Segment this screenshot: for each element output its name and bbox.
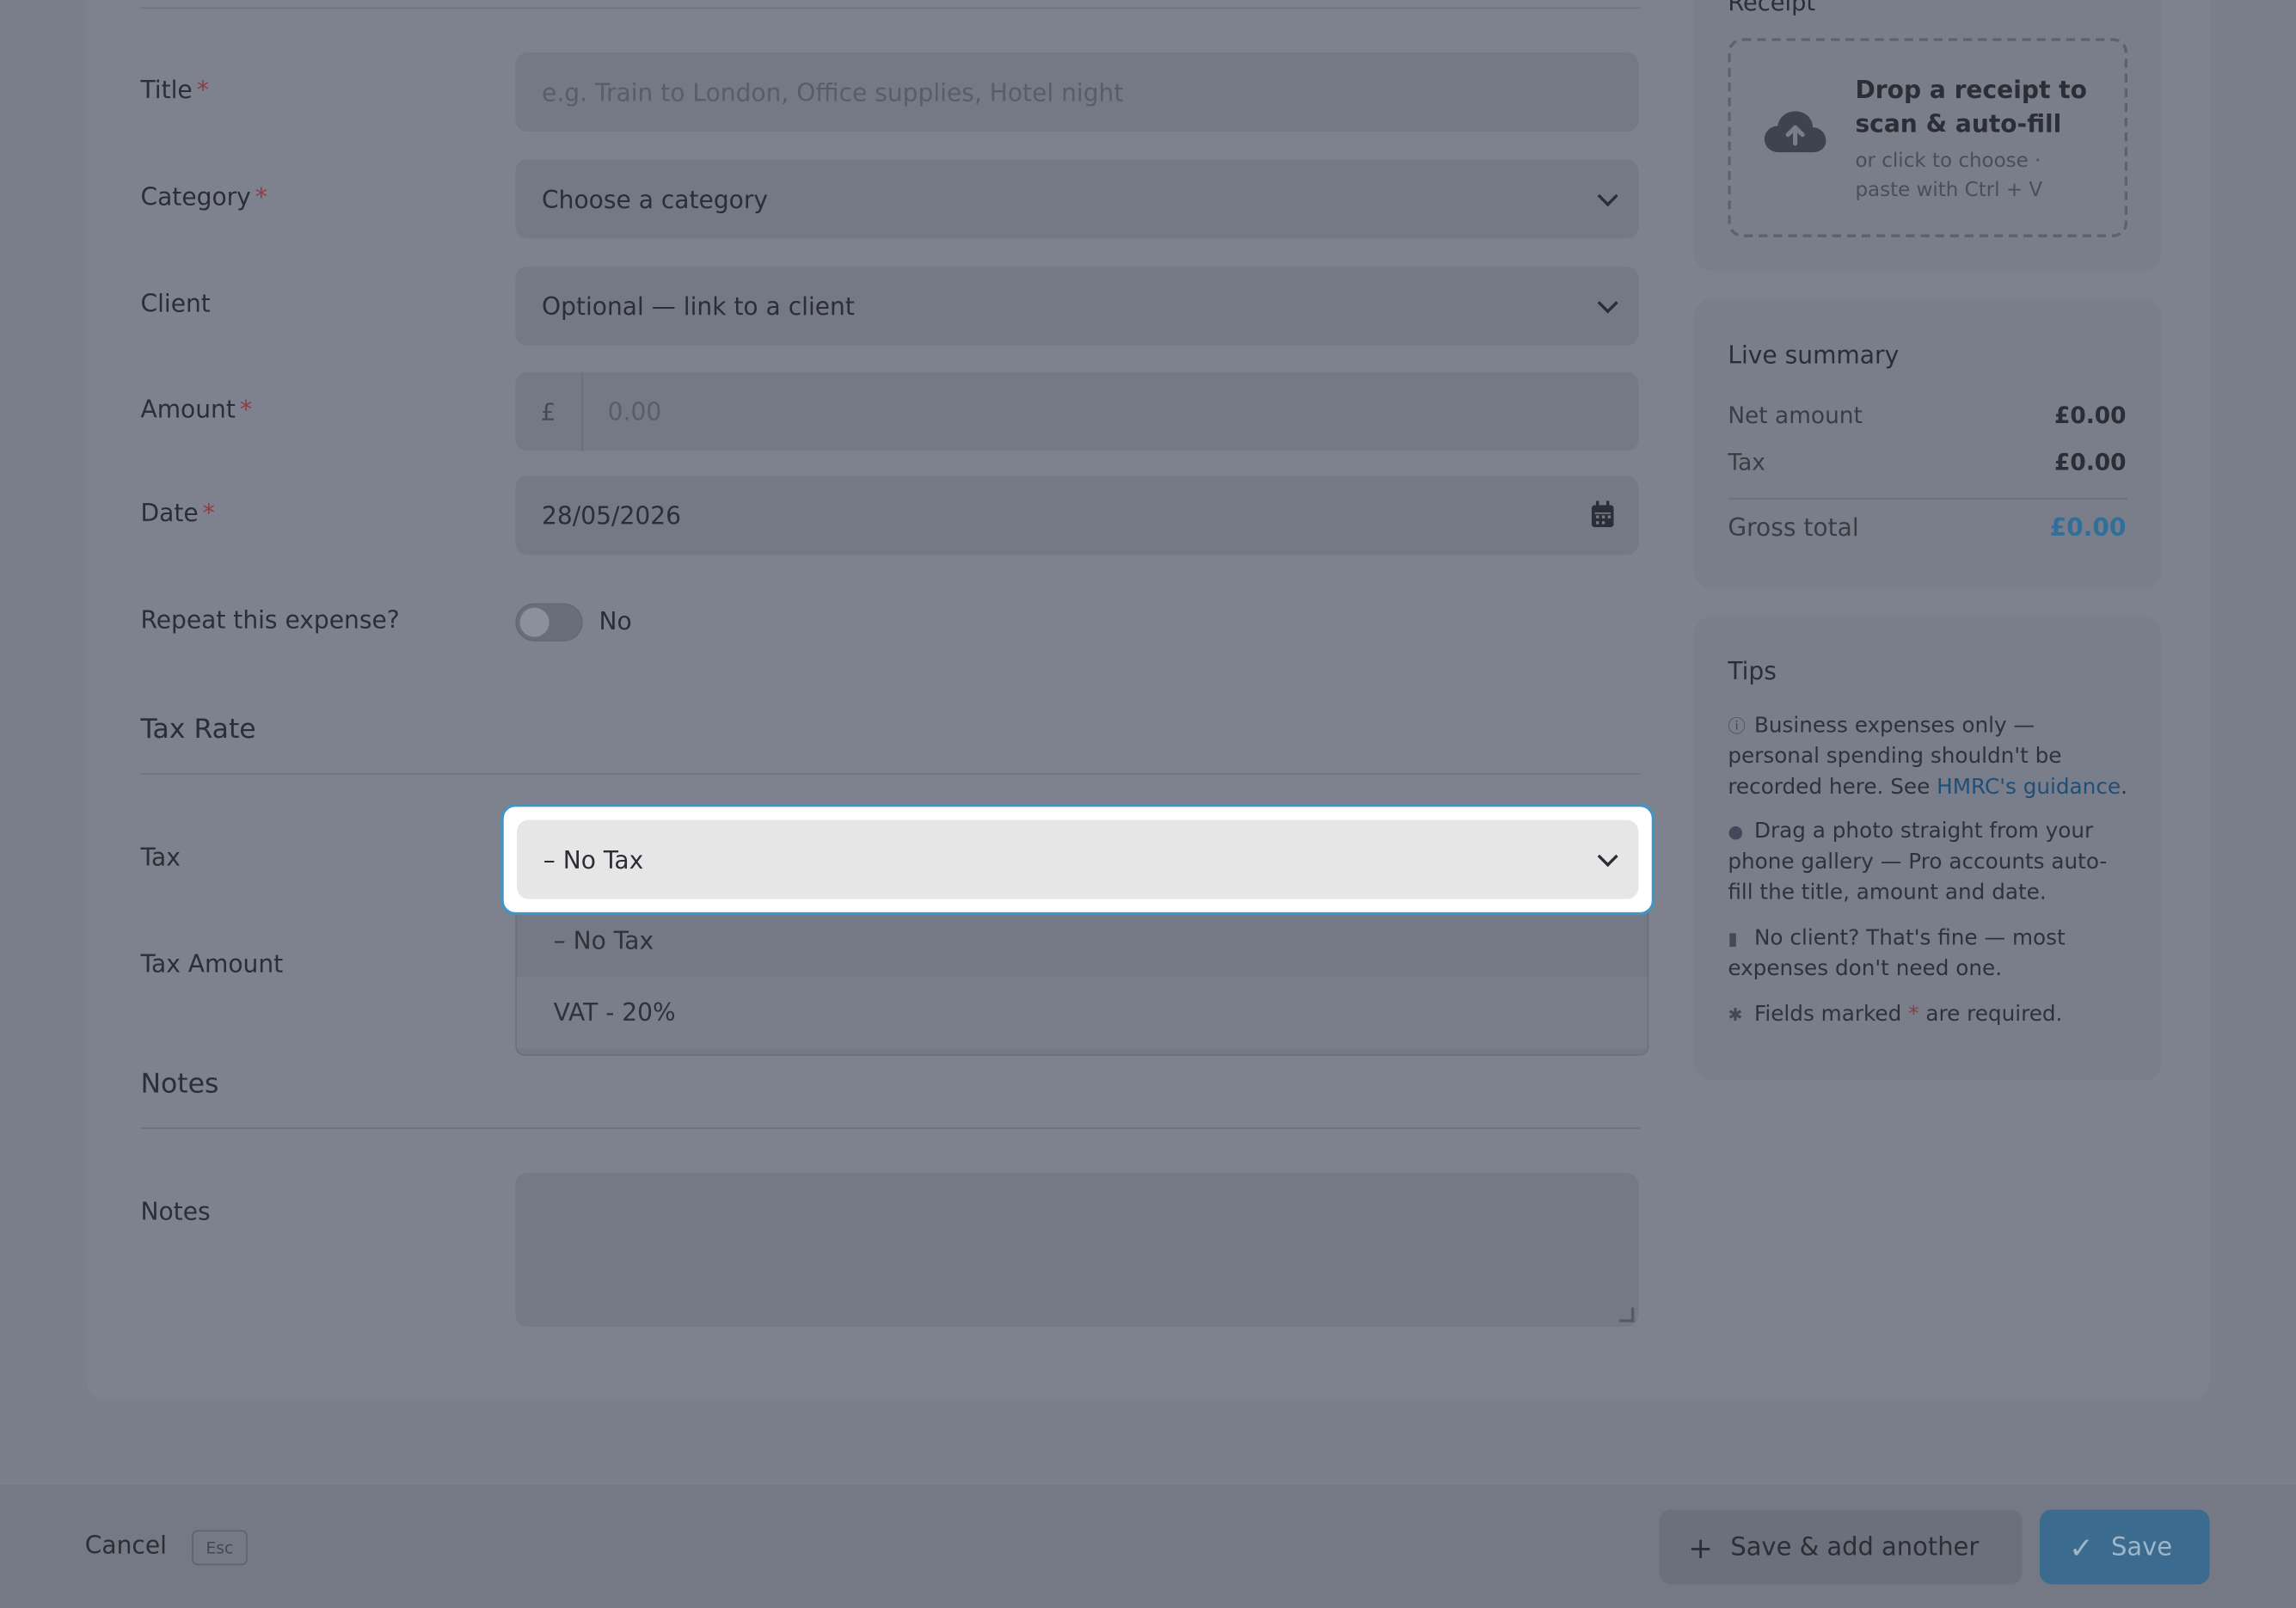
title-placeholder: e.g. Train to London, Office supplies, H…: [542, 78, 1124, 107]
info-icon: ⓘ: [1728, 715, 1746, 737]
save-and-add-another-label: Save & add another: [1730, 1531, 1980, 1562]
title-label: Title *: [140, 76, 209, 104]
esc-shortcut-badge: Esc: [192, 1530, 248, 1566]
dropzone-subtitle: or click to choose · paste with Ctrl + V: [1855, 149, 2043, 202]
save-and-add-another-button[interactable]: + Save & add another: [1659, 1509, 2023, 1585]
notes-label: Notes: [140, 1197, 211, 1226]
tax-rate-heading: Tax Rate: [140, 714, 256, 746]
required-mark: *: [202, 499, 215, 528]
tax-amount-label: Tax Amount: [140, 950, 284, 979]
divider: [140, 1127, 1641, 1129]
cloud-upload-icon: [1764, 111, 1826, 153]
notes-textarea[interactable]: [515, 1172, 1639, 1327]
lightbulb-icon: ●: [1728, 821, 1744, 843]
calendar-icon[interactable]: [1590, 500, 1615, 528]
expense-form-page: Title * e.g. Train to London, Office supp…: [0, 0, 2296, 1608]
hmrc-guidance-link[interactable]: HMRC's guidance: [1937, 776, 2121, 799]
net-amount-label: Net amount: [1728, 402, 1863, 429]
resize-handle[interactable]: [1619, 1307, 1635, 1323]
chevron-down-icon: [1597, 846, 1618, 868]
tax-select-field[interactable]: – No Tax: [517, 819, 1639, 899]
toggle-knob: [519, 607, 549, 637]
asterisk-icon: ✱: [1728, 1004, 1743, 1025]
amount-label: Amount *: [140, 395, 253, 424]
currency-prefix: £: [515, 371, 583, 451]
category-label: Category *: [140, 182, 267, 212]
required-mark: *: [239, 395, 253, 424]
tax-label: Tax: [140, 843, 181, 872]
tip-business-expenses: ⓘ Business expenses only — personal spend…: [1728, 712, 2130, 804]
save-label: Save: [2111, 1531, 2173, 1562]
tax-dropdown-list: – No Tax VAT - 20%: [515, 903, 1649, 1056]
required-mark: *: [196, 76, 209, 104]
tax-summary-value: £0.00: [2054, 449, 2127, 476]
dropzone-title: Drop a receipt to scan & auto-fill: [1855, 76, 2087, 138]
save-button[interactable]: ✓ Save: [2040, 1509, 2210, 1585]
divider: [1728, 497, 2128, 500]
receipt-heading: Receipt: [1728, 0, 1816, 16]
client-label: Client: [140, 290, 211, 318]
notes-heading: Notes: [140, 1069, 219, 1100]
live-summary-heading: Live summary: [1728, 341, 1900, 370]
tip-drag-photo: ● Drag a photo straight from your phone g…: [1728, 817, 2130, 909]
tax-option-no-tax[interactable]: – No Tax: [517, 905, 1648, 976]
date-label: Date *: [140, 499, 215, 528]
tip-required-fields: ✱ Fields marked * are required.: [1728, 1000, 2130, 1031]
chevron-down-icon: [1597, 186, 1618, 207]
divider: [140, 7, 1641, 9]
net-amount-value: £0.00: [2054, 402, 2127, 429]
document-icon: ▮: [1728, 928, 1738, 949]
tax-summary-label: Tax: [1728, 449, 1765, 476]
tax-selected-value: – No Tax: [543, 845, 644, 874]
amount-input[interactable]: £ 0.00: [515, 371, 1639, 451]
gross-total-value: £0.00: [2049, 513, 2127, 543]
cancel-button[interactable]: Cancel: [85, 1531, 167, 1559]
tip-no-client: ▮ No client? That's fine — most expenses …: [1728, 924, 2130, 985]
required-mark: *: [255, 182, 267, 212]
tax-select[interactable]: – No Tax: [500, 803, 1655, 916]
category-value: Choose a category: [542, 185, 769, 213]
divider: [140, 773, 1641, 775]
amount-placeholder: 0.00: [607, 397, 662, 426]
plus-icon: +: [1688, 1529, 1713, 1565]
repeat-toggle[interactable]: [515, 603, 583, 641]
tips-heading: Tips: [1728, 657, 1777, 685]
date-input[interactable]: 28/05/2026: [515, 476, 1639, 555]
client-value: Optional — link to a client: [542, 292, 855, 321]
chevron-down-icon: [1597, 292, 1618, 314]
repeat-state: No: [599, 607, 632, 636]
check-icon: ✓: [2069, 1529, 2094, 1565]
client-select[interactable]: Optional — link to a client: [515, 266, 1639, 346]
date-value: 28/05/2026: [542, 501, 681, 530]
title-input[interactable]: e.g. Train to London, Office supplies, H…: [515, 52, 1639, 132]
tax-option-vat-20[interactable]: VAT - 20%: [517, 976, 1648, 1049]
category-select[interactable]: Choose a category: [515, 159, 1639, 239]
receipt-dropzone[interactable]: Drop a receipt to scan & auto-fill or cl…: [1728, 38, 2128, 237]
gross-total-label: Gross total: [1728, 513, 1859, 543]
repeat-label: Repeat this expense?: [140, 605, 400, 635]
